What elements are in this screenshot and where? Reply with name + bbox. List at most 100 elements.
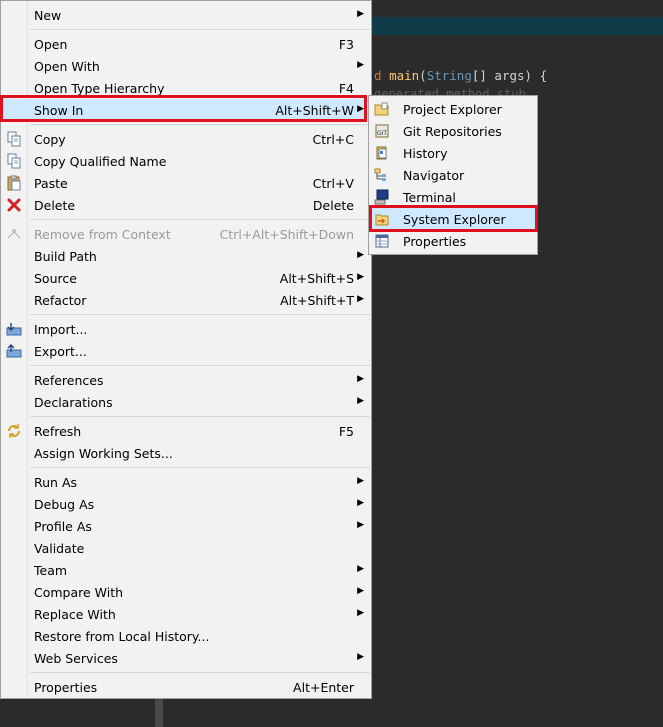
menu-item-new[interactable]: New ▶ (2, 4, 370, 26)
menu-item-label: Refactor (34, 293, 87, 308)
code-rest: [] args) { (471, 68, 548, 83)
menu-item-team[interactable]: Team ▶ (2, 559, 370, 581)
menu-item-replace-with[interactable]: Replace With ▶ (2, 603, 370, 625)
menu-item-label: Web Services (34, 651, 118, 666)
menu-item-show-in[interactable]: Show In Alt+Shift+W ▶ (2, 99, 370, 121)
git-repository-icon: GIT (374, 123, 390, 139)
submenu-item-project-explorer[interactable]: Project Explorer (370, 98, 536, 120)
menu-item-assign-working-sets[interactable]: Assign Working Sets... (2, 442, 370, 464)
menu-item-refactor[interactable]: Refactor Alt+Shift+T ▶ (2, 289, 370, 311)
menu-item-copy[interactable]: Copy Ctrl+C (2, 128, 370, 150)
menu-item-label: Refresh (34, 424, 82, 439)
menu-item-validate[interactable]: Validate (2, 537, 370, 559)
submenu-arrow-icon: ▶ (357, 294, 364, 304)
menu-item-label: Run As (34, 475, 78, 490)
menu-item-debug-as[interactable]: Debug As ▶ (2, 493, 370, 515)
submenu-arrow-icon: ▶ (357, 564, 364, 574)
submenu-item-terminal[interactable]: Terminal (370, 186, 536, 208)
menu-item-label: Replace With (34, 607, 116, 622)
menu-separator (30, 672, 370, 673)
refresh-icon (6, 423, 22, 439)
menu-item-build-path[interactable]: Build Path ▶ (2, 245, 370, 267)
menu-item-label: Import... (34, 322, 88, 337)
submenu-item-system-explorer[interactable]: System Explorer (370, 208, 536, 230)
submenu-arrow-icon: ▶ (357, 608, 364, 618)
code-type: String (426, 68, 472, 83)
menu-shortcut: Ctrl+V (312, 176, 354, 191)
menu-item-label: Open Type Hierarchy (34, 81, 165, 96)
terminal-icon (374, 189, 390, 205)
menu-item-delete[interactable]: Delete Delete (2, 194, 370, 216)
menu-item-import[interactable]: Import... (2, 318, 370, 340)
menu-item-label: Team (34, 563, 68, 578)
menu-shortcut: Alt+Shift+W (275, 103, 354, 118)
menu-item-label: Copy (34, 132, 66, 147)
submenu-arrow-icon: ▶ (357, 586, 364, 596)
menu-separator (30, 29, 370, 30)
menu-item-declarations[interactable]: Declarations ▶ (2, 391, 370, 413)
submenu-item-label: Project Explorer (403, 102, 502, 117)
menu-item-label: Source (34, 271, 77, 286)
menu-shortcut: F4 (338, 81, 354, 96)
menu-item-open[interactable]: Open F3 (2, 33, 370, 55)
submenu-arrow-icon: ▶ (357, 476, 364, 486)
submenu-item-label: Terminal (403, 190, 456, 205)
menu-item-web-services[interactable]: Web Services ▶ (2, 647, 370, 669)
submenu-arrow-icon: ▶ (357, 250, 364, 260)
menu-item-restore-local-history[interactable]: Restore from Local History... (2, 625, 370, 647)
menu-item-copy-qualified-name[interactable]: Copy Qualified Name (2, 150, 370, 172)
menu-item-remove-from-context: Remove from Context Ctrl+Alt+Shift+Down (2, 223, 370, 245)
menu-item-open-type-hierarchy[interactable]: Open Type Hierarchy F4 (2, 77, 370, 99)
menu-item-properties[interactable]: Properties Alt+Enter (2, 676, 370, 698)
properties-icon (374, 233, 390, 249)
menu-shortcut: Delete (312, 198, 354, 213)
menu-item-paste[interactable]: Paste Ctrl+V (2, 172, 370, 194)
submenu-arrow-icon: ▶ (357, 498, 364, 508)
code-method-name: main (389, 68, 420, 83)
submenu-item-properties[interactable]: Properties (370, 230, 536, 252)
menu-item-label: Validate (34, 541, 85, 556)
submenu-item-label: History (403, 146, 448, 161)
menu-shortcut: Ctrl+Alt+Shift+Down (219, 227, 354, 242)
menu-item-label: Export... (34, 344, 87, 359)
menu-shortcut: Alt+Enter (293, 680, 354, 695)
submenu-item-navigator[interactable]: Navigator (370, 164, 536, 186)
menu-item-label: Declarations (34, 395, 113, 410)
submenu-arrow-icon: ▶ (357, 9, 364, 19)
navigator-icon (374, 167, 390, 183)
menu-separator (30, 124, 370, 125)
menu-shortcut: Ctrl+C (312, 132, 354, 147)
menu-item-label: Assign Working Sets... (34, 446, 173, 461)
copy-qualified-icon (6, 153, 22, 169)
menu-item-references[interactable]: References ▶ (2, 369, 370, 391)
menu-item-compare-with[interactable]: Compare With ▶ (2, 581, 370, 603)
menu-shortcut: Alt+Shift+S (279, 271, 354, 286)
menu-item-profile-as[interactable]: Profile As ▶ (2, 515, 370, 537)
menu-item-export[interactable]: Export... (2, 340, 370, 362)
menu-item-run-as[interactable]: Run As ▶ (2, 471, 370, 493)
menu-item-open-with[interactable]: Open With ▶ (2, 55, 370, 77)
submenu-arrow-icon: ▶ (357, 104, 364, 114)
system-explorer-icon (374, 211, 390, 227)
history-icon (374, 145, 390, 161)
menu-item-label: Open With (34, 59, 100, 74)
svg-text:GIT: GIT (377, 130, 387, 137)
copy-icon (6, 131, 22, 147)
submenu-arrow-icon: ▶ (357, 396, 364, 406)
code-line: d main(String[] args) { (374, 68, 548, 83)
submenu-item-history[interactable]: History (370, 142, 536, 164)
menu-separator (30, 416, 370, 417)
menu-item-label: Copy Qualified Name (34, 154, 167, 169)
editor-scrollbar-thumb[interactable] (155, 698, 163, 727)
submenu-arrow-icon: ▶ (357, 60, 364, 70)
show-in-submenu: Project Explorer GIT Git Repositories Hi… (368, 95, 538, 255)
menu-item-label: New (34, 8, 62, 23)
menu-separator (30, 365, 370, 366)
menu-item-label: Open (34, 37, 68, 52)
paste-icon (6, 175, 22, 191)
menu-item-refresh[interactable]: Refresh F5 (2, 420, 370, 442)
menu-separator (30, 219, 370, 220)
submenu-item-git-repositories[interactable]: GIT Git Repositories (370, 120, 536, 142)
folder-icon (374, 101, 390, 117)
menu-item-source[interactable]: Source Alt+Shift+S ▶ (2, 267, 370, 289)
